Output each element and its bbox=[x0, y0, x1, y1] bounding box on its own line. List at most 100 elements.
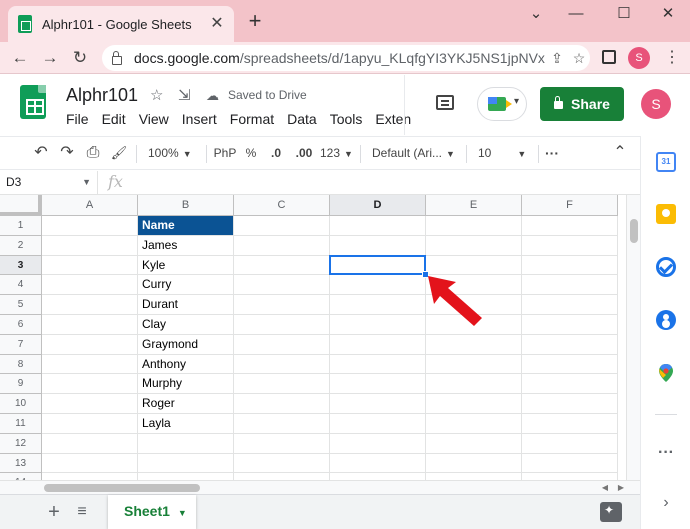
more-formats-button[interactable]: 123 ▼ bbox=[320, 137, 356, 169]
calendar-icon[interactable]: 31 bbox=[656, 152, 676, 172]
reload-button[interactable]: ↻ bbox=[68, 46, 92, 70]
cell-b2[interactable]: James bbox=[138, 235, 234, 256]
cell-b3[interactable]: Kyle bbox=[138, 255, 234, 276]
cell-c2[interactable] bbox=[234, 235, 330, 256]
all-sheets-button[interactable]: ≡ bbox=[72, 500, 92, 524]
cell-d3[interactable] bbox=[330, 255, 426, 276]
cell-d12[interactable] bbox=[330, 433, 426, 454]
star-icon[interactable]: ☆ bbox=[150, 86, 163, 104]
cell-f14[interactable] bbox=[522, 473, 618, 480]
cell-b6[interactable]: Clay bbox=[138, 315, 234, 335]
row-header[interactable]: 7 bbox=[0, 334, 42, 355]
cell-b7[interactable]: Graymond bbox=[138, 334, 234, 355]
paint-format-button[interactable]: 🖌 bbox=[108, 137, 130, 169]
cell-b13[interactable] bbox=[138, 453, 234, 474]
cell-f3[interactable] bbox=[522, 255, 618, 276]
cell-d14[interactable] bbox=[330, 473, 426, 480]
browser-tab[interactable]: Alphr101 - Google Sheets ✕ bbox=[8, 6, 234, 42]
sheets-logo-icon[interactable] bbox=[20, 85, 46, 119]
column-header-f[interactable]: F bbox=[522, 195, 618, 216]
cell-a13[interactable] bbox=[42, 453, 138, 474]
row-header[interactable]: 12 bbox=[0, 433, 42, 454]
currency-format-button[interactable]: PhP bbox=[212, 137, 238, 169]
cell-f4[interactable] bbox=[522, 275, 618, 296]
comment-history-icon[interactable] bbox=[436, 95, 454, 110]
row-header[interactable]: 1 bbox=[0, 216, 42, 236]
row-header[interactable]: 4 bbox=[0, 275, 42, 296]
cell-c6[interactable] bbox=[234, 315, 330, 335]
more-options-icon[interactable]: ··· bbox=[544, 137, 560, 169]
cell-e1[interactable] bbox=[426, 216, 522, 236]
cell-d9[interactable] bbox=[330, 374, 426, 395]
cell-f5[interactable] bbox=[522, 295, 618, 315]
cell-c7[interactable] bbox=[234, 334, 330, 355]
sheet-tab-sheet1[interactable]: Sheet1 ▼ bbox=[108, 495, 196, 529]
cell-d13[interactable] bbox=[330, 453, 426, 474]
cell-a1[interactable] bbox=[42, 216, 138, 236]
cell-c5[interactable] bbox=[234, 295, 330, 315]
cell-e12[interactable] bbox=[426, 433, 522, 454]
saved-status[interactable]: Saved to Drive bbox=[228, 88, 307, 102]
row-header[interactable]: 3 bbox=[0, 255, 42, 276]
window-chevron-icon[interactable]: ⌄ bbox=[520, 4, 552, 24]
cell-c14[interactable] bbox=[234, 473, 330, 480]
forward-button[interactable]: → bbox=[38, 46, 62, 70]
browser-menu-icon[interactable]: ⋮ bbox=[662, 46, 682, 70]
menu-format[interactable]: Format bbox=[230, 111, 274, 127]
menu-data[interactable]: Data bbox=[287, 111, 317, 127]
row-header[interactable]: 13 bbox=[0, 453, 42, 474]
row-header[interactable]: 2 bbox=[0, 235, 42, 256]
formula-input[interactable] bbox=[136, 171, 636, 194]
row-header[interactable]: 14 bbox=[0, 473, 42, 480]
share-button[interactable]: Share bbox=[540, 87, 624, 121]
horizontal-scrollbar[interactable]: ◀ ▶ bbox=[0, 480, 640, 494]
share-page-icon[interactable]: ⇪ bbox=[546, 50, 568, 67]
cell-b11[interactable]: Layla bbox=[138, 414, 234, 434]
cell-d4[interactable] bbox=[330, 275, 426, 296]
cell-b8[interactable]: Anthony bbox=[138, 354, 234, 375]
side-panel-icon[interactable] bbox=[602, 50, 616, 64]
cell-f11[interactable] bbox=[522, 414, 618, 434]
spreadsheet-grid[interactable]: A B C D E F 1 Name 2 James 3 Kyle 4 Curry 5 Durant 6 Clay… bbox=[0, 195, 626, 480]
cell-b4[interactable]: Curry bbox=[138, 275, 234, 296]
cell-d11[interactable] bbox=[330, 414, 426, 434]
bookmark-star-icon[interactable]: ☆ bbox=[568, 50, 590, 67]
cell-e2[interactable] bbox=[426, 235, 522, 256]
decrease-decimal-button[interactable]: .0 bbox=[264, 137, 288, 169]
maps-icon[interactable] bbox=[656, 363, 676, 383]
cell-d2[interactable] bbox=[330, 235, 426, 256]
get-add-ons-icon[interactable]: ··· bbox=[656, 444, 676, 462]
menu-insert[interactable]: Insert bbox=[182, 111, 217, 127]
cell-d5[interactable] bbox=[330, 295, 426, 315]
cell-a10[interactable] bbox=[42, 394, 138, 414]
document-title[interactable]: Alphr101 bbox=[66, 85, 138, 106]
name-box[interactable]: D3 ▼ bbox=[0, 171, 98, 194]
menu-extensions[interactable]: Exten bbox=[375, 111, 411, 127]
cell-d10[interactable] bbox=[330, 394, 426, 414]
cell-e9[interactable] bbox=[426, 374, 522, 395]
back-button[interactable]: ← bbox=[8, 46, 32, 70]
scroll-right-icon[interactable]: ▶ bbox=[614, 481, 628, 495]
select-all-corner[interactable] bbox=[0, 195, 42, 216]
column-header-d[interactable]: D bbox=[330, 195, 426, 216]
font-size-select[interactable]: 10 ▼ bbox=[478, 137, 530, 169]
cell-a9[interactable] bbox=[42, 374, 138, 395]
cell-a6[interactable] bbox=[42, 315, 138, 335]
cell-c9[interactable] bbox=[234, 374, 330, 395]
url-input[interactable]: docs.google.com/spreadsheets/d/1apyu_KLq… bbox=[102, 45, 590, 71]
column-header-a[interactable]: A bbox=[42, 195, 138, 216]
explore-icon[interactable] bbox=[600, 502, 622, 522]
cell-b5[interactable]: Durant bbox=[138, 295, 234, 315]
cell-f12[interactable] bbox=[522, 433, 618, 454]
cell-e10[interactable] bbox=[426, 394, 522, 414]
vertical-scroll-thumb[interactable] bbox=[630, 219, 638, 243]
maximize-button[interactable]: ☐ bbox=[608, 4, 640, 24]
cell-a12[interactable] bbox=[42, 433, 138, 454]
cell-c10[interactable] bbox=[234, 394, 330, 414]
cell-d6[interactable] bbox=[330, 315, 426, 335]
cell-c8[interactable] bbox=[234, 354, 330, 375]
print-button[interactable]: ⎙ bbox=[82, 137, 104, 169]
meet-button[interactable]: ▾ bbox=[477, 87, 527, 121]
cell-c11[interactable] bbox=[234, 414, 330, 434]
cell-e8[interactable] bbox=[426, 354, 522, 375]
